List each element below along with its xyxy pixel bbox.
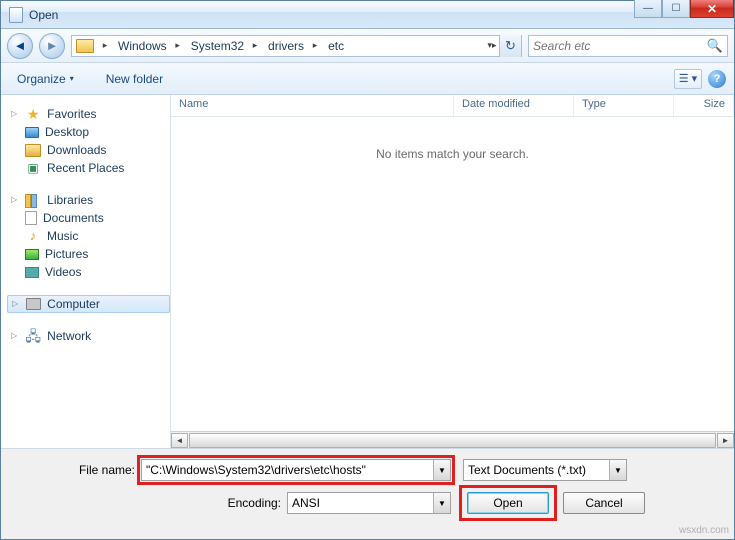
sidebar-item-favorites[interactable]: ★ Favorites [7, 105, 170, 123]
sidebar-label: Recent Places [47, 161, 124, 175]
filter-value: Text Documents (*.txt) [464, 463, 609, 477]
search-icon: 🔍 [707, 38, 723, 54]
picture-icon [25, 249, 39, 260]
chevron-down-icon[interactable]: ▼ [609, 460, 626, 480]
breadcrumb-seg-system32[interactable]: System32 [185, 36, 248, 56]
empty-message: No items match your search. [171, 117, 734, 161]
open-dialog-window: Open — ☐ ✕ ◄ ► Windows System32 drivers … [0, 0, 735, 540]
open-button[interactable]: Open [467, 492, 549, 514]
chevron-down-icon[interactable]: ▼ [433, 460, 450, 480]
sidebar-item-videos[interactable]: Videos [7, 263, 170, 281]
chevron-right-icon[interactable] [171, 36, 185, 56]
sidebar-item-network[interactable]: 🖧 Network [7, 327, 170, 345]
column-date-modified[interactable]: Date modified [454, 95, 574, 116]
sidebar-label: Videos [45, 265, 81, 279]
watermark: wsxdn.com [679, 525, 729, 536]
sidebar-label: Music [47, 229, 78, 243]
titlebar: Open — ☐ ✕ [1, 1, 734, 29]
scroll-left-button[interactable]: ◄ [171, 433, 188, 448]
computer-icon [26, 298, 41, 310]
navigation-bar: ◄ ► Windows System32 drivers etc ▾ ↻ 🔍 [1, 29, 734, 63]
sidebar-label: Downloads [47, 143, 106, 157]
sidebar-label: Documents [43, 211, 104, 225]
close-button[interactable]: ✕ [690, 0, 734, 18]
filename-value[interactable]: "C:\Windows\System32\drivers\etc\hosts" [142, 463, 433, 477]
chevron-down-icon[interactable]: ▼ [433, 493, 450, 513]
encoding-value: ANSI [288, 496, 433, 510]
organize-button[interactable]: Organize [9, 68, 82, 90]
sidebar-item-pictures[interactable]: Pictures [7, 245, 170, 263]
new-folder-button[interactable]: New folder [98, 68, 171, 90]
network-icon: 🖧 [25, 329, 41, 343]
sidebar-item-desktop[interactable]: Desktop [7, 123, 170, 141]
navigation-pane: ★ Favorites Desktop Downloads ▣ Recent Pla… [1, 95, 171, 448]
encoding-label: Encoding: [13, 496, 287, 510]
bottom-panel: File name: "C:\Windows\System32\drivers\… [1, 448, 734, 539]
star-icon: ★ [25, 107, 41, 121]
cancel-button[interactable]: Cancel [563, 492, 645, 514]
view-options-button[interactable]: ☰ ▾ [674, 69, 702, 89]
maximize-button[interactable]: ☐ [662, 0, 690, 18]
sidebar-label: Pictures [45, 247, 88, 261]
sidebar-label: Desktop [45, 125, 89, 139]
horizontal-scrollbar[interactable]: ◄ ► [171, 431, 734, 448]
video-icon [25, 267, 39, 278]
sidebar-item-computer[interactable]: Computer [7, 295, 170, 313]
file-list-body[interactable]: No items match your search. ◄ ► [171, 117, 734, 448]
chevron-down-icon[interactable]: ▾ [485, 36, 499, 56]
window-title: Open [29, 8, 58, 22]
sidebar-item-libraries[interactable]: Libraries [7, 191, 170, 209]
sidebar-label: Computer [47, 297, 100, 311]
sidebar-item-downloads[interactable]: Downloads [7, 141, 170, 159]
sidebar-item-recent-places[interactable]: ▣ Recent Places [7, 159, 170, 177]
sidebar-label: Network [47, 329, 91, 343]
folder-icon [25, 143, 41, 157]
notepad-icon [9, 7, 23, 23]
sidebar-label: Libraries [47, 193, 93, 207]
document-icon [25, 211, 37, 225]
help-button[interactable]: ? [708, 70, 726, 88]
refresh-button[interactable]: ↻ [499, 35, 521, 57]
filename-field[interactable]: "C:\Windows\System32\drivers\etc\hosts" … [141, 459, 451, 481]
column-size[interactable]: Size [674, 95, 734, 116]
forward-button[interactable]: ► [39, 33, 65, 59]
sidebar-item-documents[interactable]: Documents [7, 209, 170, 227]
music-icon: ♪ [25, 229, 41, 243]
column-type[interactable]: Type [574, 95, 674, 116]
toolbar: Organize New folder ☰ ▾ ? [1, 63, 734, 95]
minimize-button[interactable]: — [634, 0, 662, 18]
chevron-right-icon[interactable] [308, 36, 322, 56]
scroll-right-button[interactable]: ► [717, 433, 734, 448]
body-area: ★ Favorites Desktop Downloads ▣ Recent Pla… [1, 95, 734, 448]
desktop-icon [25, 127, 39, 138]
search-box[interactable]: 🔍 [528, 35, 728, 57]
folder-icon [76, 39, 94, 53]
file-type-filter[interactable]: Text Documents (*.txt) ▼ [463, 459, 627, 481]
sidebar-label: Favorites [47, 107, 96, 121]
chevron-right-icon[interactable] [98, 36, 112, 56]
libraries-icon [25, 193, 41, 207]
recent-icon: ▣ [25, 161, 41, 175]
column-name[interactable]: Name [171, 95, 454, 116]
chevron-right-icon[interactable] [248, 36, 262, 56]
sidebar-item-music[interactable]: ♪ Music [7, 227, 170, 245]
file-list: Name Date modified Type Size No items ma… [171, 95, 734, 448]
breadcrumb-seg-etc[interactable]: etc [322, 36, 348, 56]
search-input[interactable] [533, 39, 707, 53]
column-headers: Name Date modified Type Size [171, 95, 734, 117]
open-button-highlight: Open [463, 489, 553, 517]
filename-label: File name: [13, 463, 141, 477]
breadcrumb-seg-windows[interactable]: Windows [112, 36, 171, 56]
encoding-field[interactable]: ANSI ▼ [287, 492, 451, 514]
scroll-thumb[interactable] [189, 433, 716, 448]
back-button[interactable]: ◄ [7, 33, 33, 59]
breadcrumb-seg-drivers[interactable]: drivers [262, 36, 308, 56]
address-breadcrumb[interactable]: Windows System32 drivers etc ▾ ↻ [71, 35, 522, 57]
